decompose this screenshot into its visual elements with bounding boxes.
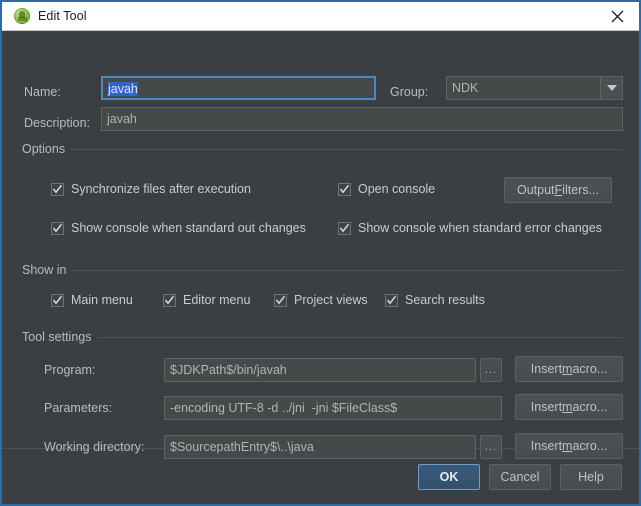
insert-macro-pre: Insert xyxy=(531,439,562,453)
checkbox-search-results[interactable]: Search results xyxy=(385,293,485,307)
dialog-title: Edit Tool xyxy=(38,9,87,23)
checkbox-show-console-standard-error[interactable]: Show console when standard error changes xyxy=(338,221,602,235)
checkmark-icon xyxy=(385,294,398,307)
options-group-header: Options xyxy=(22,142,623,156)
chevron-down-icon[interactable] xyxy=(600,77,622,99)
checkbox-project-views[interactable]: Project views xyxy=(274,293,368,307)
output-filters-pre: Output xyxy=(517,183,555,197)
checkbox-label: Search results xyxy=(405,293,485,307)
working-directory-label: Working directory: xyxy=(44,440,145,454)
program-browse-button[interactable]: ... xyxy=(480,358,502,382)
help-button[interactable]: Help xyxy=(560,464,622,490)
edit-tool-dialog: Edit Tool Name: javah Group: NDK Descrip… xyxy=(0,0,641,506)
checkbox-open-console[interactable]: Open console xyxy=(338,182,435,196)
group-combobox[interactable]: NDK xyxy=(446,76,623,100)
name-label: Name: xyxy=(24,85,61,99)
insert-macro-pre: Insert xyxy=(531,400,562,414)
checkbox-main-menu[interactable]: Main menu xyxy=(51,293,133,307)
checkbox-synchronize-files-after-execution[interactable]: Synchronize files after execution xyxy=(51,182,251,196)
name-input[interactable]: javah xyxy=(101,76,376,100)
checkbox-label: Synchronize files after execution xyxy=(71,182,251,196)
insert-macro-mnemonic: m xyxy=(562,362,572,376)
insert-macro-mnemonic: m xyxy=(562,439,572,453)
output-filters-button[interactable]: Output Filters... xyxy=(504,177,612,203)
dialog-titlebar: Edit Tool xyxy=(2,0,639,31)
checkmark-icon xyxy=(51,183,64,196)
checkbox-label: Project views xyxy=(294,293,368,307)
close-icon[interactable] xyxy=(595,1,639,31)
checkbox-show-console-standard-out[interactable]: Show console when standard out changes xyxy=(51,221,306,235)
parameters-input[interactable]: -encoding UTF-8 -d ../jni -jni $FileClas… xyxy=(164,396,502,420)
checkmark-icon xyxy=(338,222,351,235)
insert-macro-pre: Insert xyxy=(531,362,562,376)
checkmark-icon xyxy=(163,294,176,307)
parameters-insert-macro-button[interactable]: Insert macro... xyxy=(515,394,623,420)
insert-macro-post: acro... xyxy=(572,439,607,453)
insert-macro-mnemonic: m xyxy=(562,400,572,414)
checkmark-icon xyxy=(274,294,287,307)
description-label: Description: xyxy=(24,116,90,130)
parameters-label: Parameters: xyxy=(44,401,112,415)
options-group-label: Options xyxy=(22,142,65,156)
android-tool-icon xyxy=(14,8,30,24)
description-input[interactable]: javah xyxy=(101,107,623,131)
dialog-body: Name: javah Group: NDK Description: java… xyxy=(2,31,639,448)
group-combobox-value: NDK xyxy=(447,77,600,99)
checkmark-icon xyxy=(51,294,64,307)
checkbox-label: Show console when standard out changes xyxy=(71,221,306,235)
checkbox-editor-menu[interactable]: Editor menu xyxy=(163,293,250,307)
ok-button[interactable]: OK xyxy=(418,464,480,490)
working-directory-input[interactable]: $SourcepathEntry$\..\java xyxy=(164,435,476,459)
cancel-button[interactable]: Cancel xyxy=(489,464,551,490)
program-insert-macro-button[interactable]: Insert macro... xyxy=(515,356,623,382)
output-filters-post: ilters... xyxy=(562,183,599,197)
tool-settings-group-label: Tool settings xyxy=(22,330,91,344)
group-label: Group: xyxy=(390,85,428,99)
tool-settings-group-separator xyxy=(97,337,623,338)
program-input[interactable]: $JDKPath$/bin/javah xyxy=(164,358,476,382)
output-filters-mnemonic: F xyxy=(555,183,563,197)
show-in-group-header: Show in xyxy=(22,263,623,277)
tool-settings-group-header: Tool settings xyxy=(22,330,623,344)
checkbox-label: Main menu xyxy=(71,293,133,307)
checkbox-label: Open console xyxy=(358,182,435,196)
checkbox-label: Editor menu xyxy=(183,293,250,307)
working-directory-browse-button[interactable]: ... xyxy=(480,435,502,459)
insert-macro-post: acro... xyxy=(572,362,607,376)
show-in-group-separator xyxy=(72,270,623,271)
checkmark-icon xyxy=(51,222,64,235)
name-input-value: javah xyxy=(108,82,138,96)
program-label: Program: xyxy=(44,363,95,377)
working-directory-insert-macro-button[interactable]: Insert macro... xyxy=(515,433,623,459)
checkmark-icon xyxy=(338,183,351,196)
checkbox-label: Show console when standard error changes xyxy=(358,221,602,235)
insert-macro-post: acro... xyxy=(572,400,607,414)
options-group-separator xyxy=(71,149,623,150)
show-in-group-label: Show in xyxy=(22,263,66,277)
